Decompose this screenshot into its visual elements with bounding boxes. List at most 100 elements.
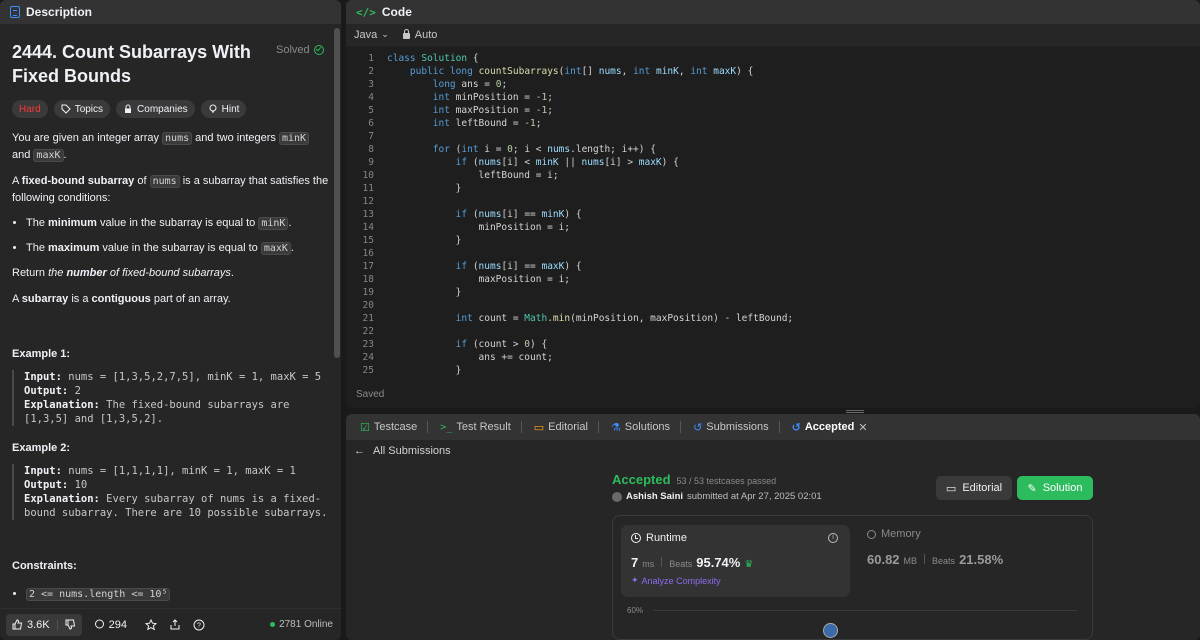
code-line[interactable]: 23 if (count > 0) {	[346, 338, 1200, 351]
auto-mode[interactable]: Auto	[402, 29, 437, 41]
line-number: 1	[368, 53, 374, 64]
description-scroll[interactable]: 2444. Count Subarrays With Fixed Bounds …	[0, 24, 341, 608]
code-line[interactable]: 20	[346, 299, 1200, 312]
tab-editorial[interactable]: ▭ Editorial	[528, 421, 605, 434]
line-number: 25	[362, 365, 374, 376]
text: The	[26, 217, 49, 229]
code-line[interactable]: 12	[346, 195, 1200, 208]
code-line[interactable]: 19 }	[346, 286, 1200, 299]
code-line[interactable]: 11 }	[346, 182, 1200, 195]
solution-button[interactable]: ✎ Solution	[1017, 476, 1093, 500]
text: of	[134, 175, 150, 187]
panel-resize-handle[interactable]	[846, 410, 864, 413]
list-item: The maximum value in the subarray is equ…	[26, 240, 329, 257]
online-dot-icon	[270, 622, 276, 627]
code-line[interactable]: 22	[346, 325, 1200, 338]
tab-label: Solutions	[624, 421, 671, 433]
code-line[interactable]: 16	[346, 247, 1200, 260]
thumbs-up-icon	[12, 619, 23, 630]
tab-test-result[interactable]: >_ Test Result	[434, 421, 527, 433]
like-button[interactable]: 3.6K	[6, 613, 82, 636]
constraints-title: Constraints:	[12, 560, 77, 572]
solved-badge: Solved	[276, 44, 324, 56]
close-icon[interactable]: ✕	[858, 421, 867, 434]
code-line[interactable]: 15 }	[346, 234, 1200, 247]
tab-label: Test Result	[456, 421, 511, 433]
divider	[778, 421, 780, 433]
code-line[interactable]: 4 int minPosition = -1;	[346, 91, 1200, 104]
tab-testcase[interactable]: ☑ Testcase	[354, 421, 434, 434]
code-line[interactable]: 6 int leftBound = -1;	[346, 117, 1200, 130]
code-line[interactable]: 25 }	[346, 364, 1200, 377]
code-line[interactable]: 2 public long countSubarrays(int[] nums,…	[346, 65, 1200, 78]
example-1-box: Input: nums = [1,3,5,2,7,5], minK = 1, m…	[12, 370, 329, 426]
sparkle-icon: ✦	[631, 575, 639, 585]
thumbs-down-icon[interactable]	[65, 619, 76, 630]
chevron-down-icon: ⌄	[381, 29, 389, 39]
share-icon[interactable]	[169, 618, 181, 631]
code-tab[interactable]: </> Code	[346, 0, 1200, 24]
bold-text: contiguous	[91, 293, 151, 305]
code-line[interactable]: 10 leftBound = i;	[346, 169, 1200, 182]
tab-solutions[interactable]: ⚗ Solutions	[605, 421, 687, 434]
code-text: for (int i = 0; i < nums.length; i++) {	[432, 144, 656, 155]
saved-status: Saved	[356, 389, 385, 400]
difficulty-tag: Hard	[12, 100, 48, 118]
code-line[interactable]: 17 if (nums[i] == maxK) {	[346, 260, 1200, 273]
list-item: The minimum value in the subarray is equ…	[26, 215, 329, 232]
text: .	[288, 217, 292, 229]
inline-code: maxK	[33, 149, 64, 162]
analyze-label: Analyze Complexity	[641, 575, 721, 586]
problem-statement: You are given an integer array nums and …	[12, 130, 329, 603]
paragraph-definition: A fixed-bound subarray of nums is a suba…	[12, 173, 329, 207]
topics-tag[interactable]: Topics	[53, 100, 111, 118]
submission-summary: Accepted 53 / 53 testcases passed Ashish…	[612, 472, 822, 502]
code-line[interactable]: 18 maxPosition = i;	[346, 273, 1200, 286]
memory-card[interactable]: Memory 60.82 MB Beats 21.58%	[867, 528, 1003, 567]
code-text: }	[387, 287, 462, 298]
info-icon[interactable]: i	[828, 533, 838, 543]
all-submissions-label: All Submissions	[373, 445, 451, 457]
language-select[interactable]: Java ⌄	[354, 29, 389, 41]
bold-text: number	[66, 267, 107, 279]
text: value in the subarray is equal to	[99, 242, 261, 254]
avatar[interactable]	[612, 491, 622, 502]
tab-accepted[interactable]: ↺ Accepted ✕	[786, 421, 874, 434]
code-line[interactable]: 8 for (int i = 0; i < nums.length; i++) …	[346, 143, 1200, 156]
tab-submissions[interactable]: ↺ Submissions	[687, 421, 786, 434]
scrollbar[interactable]	[334, 28, 340, 358]
code-line[interactable]: 24 ans += count;	[346, 351, 1200, 364]
code-line[interactable]: 14 minPosition = i;	[346, 221, 1200, 234]
runtime-card[interactable]: Runtime i 7 ms Beats 95.74% ♛ ✦ Analyze …	[621, 525, 850, 597]
hint-tag[interactable]: Hint	[200, 100, 247, 118]
submitted-time: submitted at Apr 27, 2025 02:01	[687, 491, 822, 502]
line-number: 19	[362, 287, 374, 298]
code-line[interactable]: 3 long ans = 0;	[346, 78, 1200, 91]
terminal-icon: >_	[440, 421, 453, 433]
conditions-list: The minimum value in the subarray is equ…	[12, 215, 329, 257]
editorial-button[interactable]: ▭ Editorial	[936, 476, 1012, 500]
all-submissions-link[interactable]: ← All Submissions	[346, 440, 1200, 462]
help-icon[interactable]: ?	[193, 619, 205, 631]
description-tab[interactable]: Description	[0, 0, 341, 24]
code-line[interactable]: 21 int count = Math.min(minPosition, max…	[346, 312, 1200, 325]
analyze-complexity-link[interactable]: ✦ Analyze Complexity	[631, 575, 840, 586]
lock-icon	[402, 29, 410, 39]
code-editor[interactable]: 1 class Solution {2 public long countSuba…	[346, 52, 1200, 382]
code-line[interactable]: 5 int maxPosition = -1;	[346, 104, 1200, 117]
code-line[interactable]: 9 if (nums[i] < minK || nums[i] > maxK) …	[346, 156, 1200, 169]
beats-label: Beats	[932, 556, 956, 566]
code-text: if (nums[i] == minK) {	[455, 209, 582, 220]
tab-label: Testcase	[373, 421, 418, 433]
code-line[interactable]: 7	[346, 130, 1200, 143]
star-icon[interactable]	[145, 618, 157, 631]
chart-gridline	[653, 610, 1077, 611]
companies-tag[interactable]: Companies	[116, 100, 195, 118]
code-line[interactable]: 1 class Solution {	[346, 52, 1200, 65]
author-name[interactable]: Ashish Saini	[626, 491, 683, 502]
comments-button[interactable]: 294	[88, 614, 133, 636]
code-line[interactable]: 13 if (nums[i] == minK) {	[346, 208, 1200, 221]
chart-tick-label: 60%	[627, 606, 644, 615]
